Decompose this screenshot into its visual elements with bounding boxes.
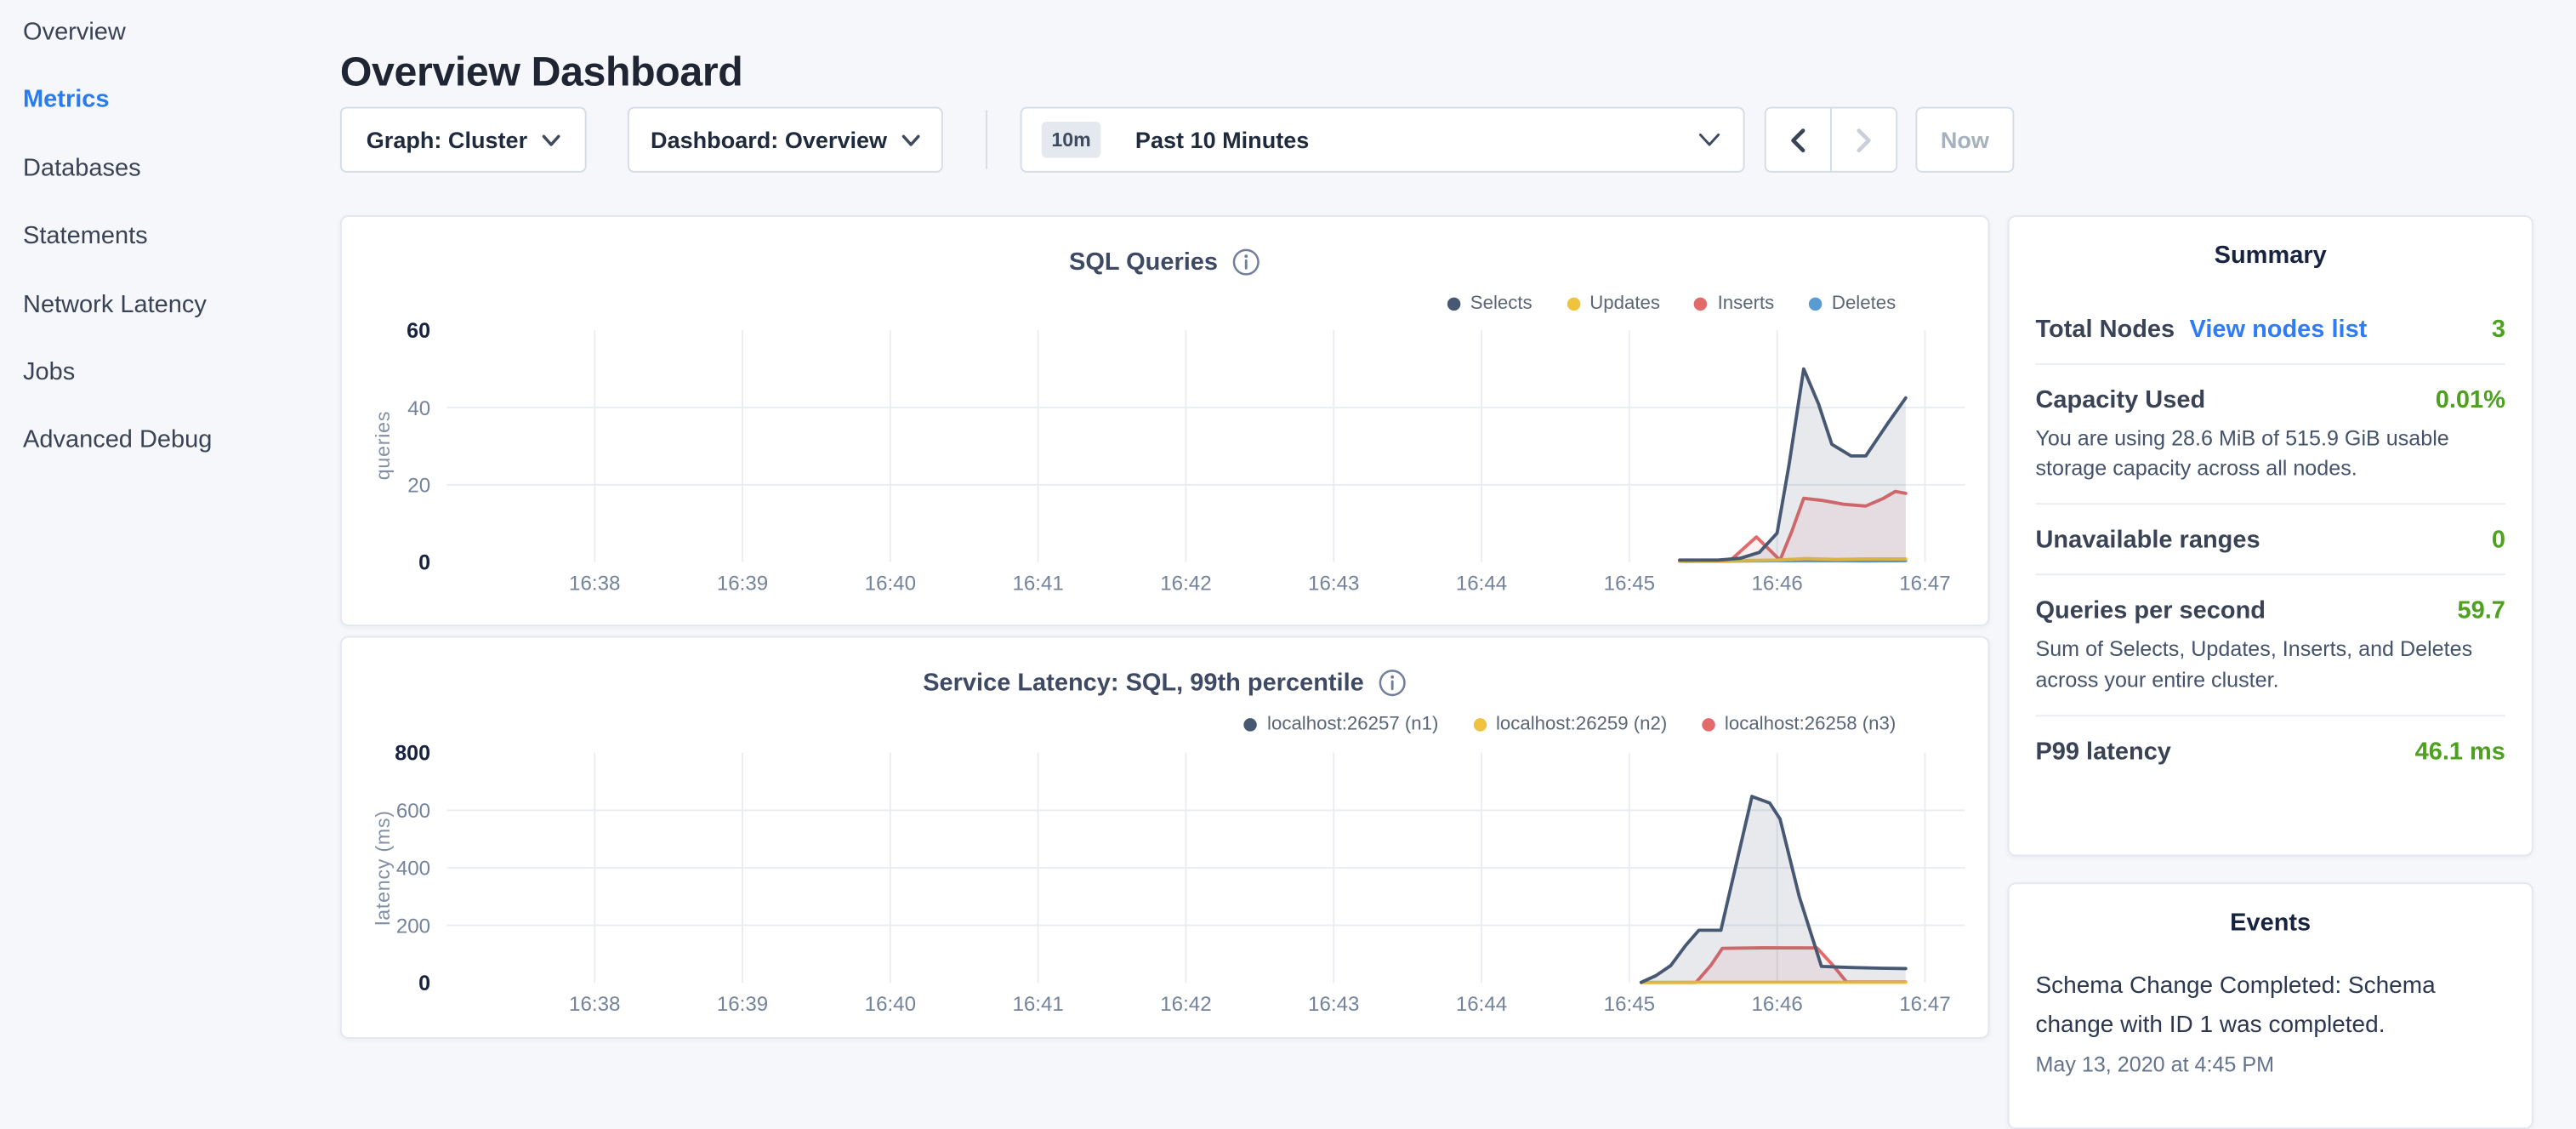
svg-text:16:46: 16:46: [1751, 993, 1802, 1016]
summary-label: Capacity Used: [2035, 386, 2205, 414]
svg-text:16:40: 16:40: [865, 993, 916, 1016]
svg-text:16:43: 16:43: [1308, 573, 1359, 596]
event-item: Schema Change Completed: Schema change w…: [2035, 966, 2505, 1076]
svg-text:16:45: 16:45: [1604, 993, 1655, 1016]
svg-text:16:47: 16:47: [1899, 573, 1950, 596]
svg-text:16:39: 16:39: [717, 993, 768, 1016]
time-range-nav: [1765, 107, 1897, 173]
summary-row-capacity-used: Capacity Used 0.01% You are using 28.6 M…: [2035, 363, 2505, 504]
graph-dropdown-label: Graph: Cluster: [367, 127, 527, 153]
svg-text:16:43: 16:43: [1308, 993, 1359, 1016]
svg-text:16:41: 16:41: [1012, 573, 1063, 596]
summary-row-unavailable-ranges: Unavailable ranges 0: [2035, 504, 2505, 574]
sidebar-item-jobs[interactable]: Jobs: [0, 360, 328, 428]
svg-text:600: 600: [396, 800, 430, 823]
chevron-down-icon: [1698, 133, 1720, 145]
summary-row-queries-per-second: Queries per second 59.7 Sum of Selects, …: [2035, 574, 2505, 715]
dashboard-dropdown-label: Dashboard: Overview: [651, 127, 887, 153]
svg-text:16:38: 16:38: [569, 573, 620, 596]
svg-text:60: 60: [407, 319, 430, 343]
sidebar-item-advanced-debug[interactable]: Advanced Debug: [0, 428, 328, 496]
time-range-picker[interactable]: 10m Past 10 Minutes: [1021, 107, 1745, 173]
svg-text:0: 0: [418, 972, 430, 995]
time-range-label: Past 10 Minutes: [1135, 127, 1309, 153]
svg-text:16:47: 16:47: [1899, 993, 1950, 1016]
service-latency-chart-card: Service Latency: SQL, 99th percentile lo…: [340, 636, 1989, 1039]
summary-label: Queries per second: [2035, 597, 2266, 625]
prev-range-button[interactable]: [1766, 108, 1831, 170]
svg-text:16:44: 16:44: [1456, 993, 1507, 1016]
graph-dropdown[interactable]: Graph: Cluster: [340, 107, 587, 173]
chevron-left-icon: [1790, 128, 1805, 152]
summary-label: Unavailable ranges: [2035, 527, 2260, 555]
summary-title: Summary: [2010, 217, 2532, 277]
sidebar-item-statements[interactable]: Statements: [0, 224, 328, 292]
summary-value: 0: [2492, 527, 2505, 555]
summary-value: 59.7: [2458, 597, 2505, 625]
sidebar: Overview Metrics Databases Statements Ne…: [0, 0, 328, 496]
summary-description: You are using 28.6 MiB of 515.9 GiB usab…: [2035, 424, 2505, 483]
now-button-label: Now: [1941, 127, 1989, 153]
summary-row-p99-latency: P99 latency 46.1 ms: [2035, 715, 2505, 785]
chevron-down-icon: [542, 134, 560, 145]
summary-panel: Summary Total Nodes View nodes list 3 Ca…: [2008, 215, 2533, 856]
chart-canvas[interactable]: 16:38 16:39 16:40 16:41 16:42 16:43 16:44 16:45…: [342, 638, 1991, 1041]
view-nodes-list-link[interactable]: View nodes list: [2190, 316, 2368, 344]
svg-text:16:38: 16:38: [569, 993, 620, 1016]
summary-row-total-nodes: Total Nodes View nodes list 3: [2035, 277, 2505, 363]
sidebar-item-metrics[interactable]: Metrics: [0, 88, 328, 156]
page-title: Overview Dashboard: [340, 48, 742, 96]
svg-text:20: 20: [407, 475, 430, 498]
summary-description: Sum of Selects, Updates, Inserts, and De…: [2035, 635, 2505, 694]
svg-text:16:42: 16:42: [1160, 573, 1211, 596]
event-message: Schema Change Completed: Schema change w…: [2035, 966, 2505, 1046]
svg-text:200: 200: [396, 915, 430, 938]
event-timestamp: May 13, 2020 at 4:45 PM: [2035, 1052, 2505, 1076]
next-range-button[interactable]: [1831, 108, 1896, 170]
svg-text:16:41: 16:41: [1012, 993, 1063, 1016]
sidebar-item-overview[interactable]: Overview: [0, 20, 328, 88]
svg-text:40: 40: [407, 397, 430, 420]
svg-text:16:40: 16:40: [865, 573, 916, 596]
svg-text:0: 0: [418, 550, 430, 574]
svg-text:16:42: 16:42: [1160, 993, 1211, 1016]
events-title: Events: [2010, 884, 2532, 944]
sql-queries-chart-card: SQL Queries SelectsUpdatesInsertsDeletes…: [340, 215, 1989, 626]
svg-text:16:39: 16:39: [717, 573, 768, 596]
svg-text:16:45: 16:45: [1604, 573, 1655, 596]
sidebar-item-network-latency[interactable]: Network Latency: [0, 292, 328, 360]
time-range-badge: 10m: [1042, 122, 1101, 157]
summary-value: 0.01%: [2436, 386, 2505, 414]
svg-text:16:46: 16:46: [1751, 573, 1802, 596]
svg-text:800: 800: [395, 741, 430, 765]
dashboard-dropdown[interactable]: Dashboard: Overview: [628, 107, 943, 173]
toolbar-divider: [986, 110, 987, 169]
chevron-right-icon: [1856, 128, 1870, 152]
events-panel: Events Schema Change Completed: Schema c…: [2008, 882, 2533, 1129]
chart-canvas[interactable]: 16:38 16:39 16:40 16:41 16:42 16:43 16:44 16:45…: [342, 217, 1991, 628]
chevron-down-icon: [901, 134, 919, 145]
svg-text:400: 400: [396, 858, 430, 881]
app-viewport: Overview Metrics Databases Statements Ne…: [0, 0, 2576, 1052]
sidebar-item-databases[interactable]: Databases: [0, 156, 328, 224]
now-button[interactable]: Now: [1915, 107, 2014, 173]
svg-text:16:44: 16:44: [1456, 573, 1507, 596]
summary-value: 3: [2492, 316, 2505, 344]
summary-label: P99 latency: [2035, 738, 2170, 766]
summary-value: 46.1 ms: [2415, 738, 2505, 766]
summary-label: Total Nodes: [2035, 316, 2175, 344]
